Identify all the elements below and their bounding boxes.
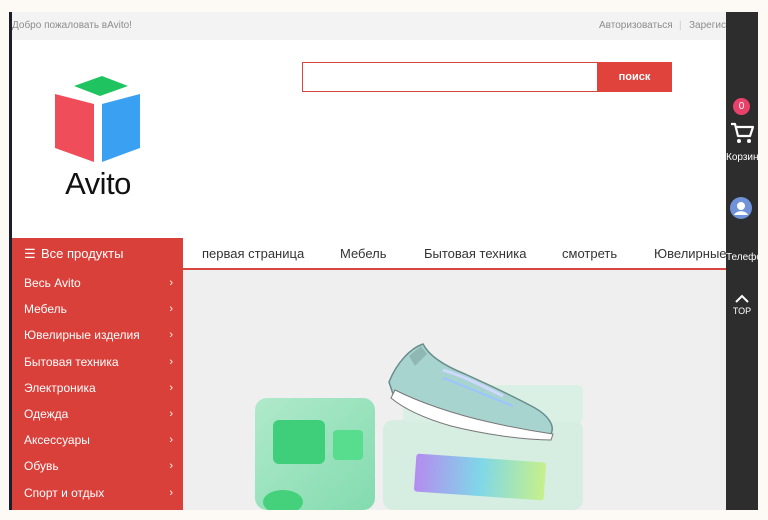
category-label: Мебель — [24, 302, 67, 317]
tab-jewelry[interactable]: Ювелирные — [654, 246, 727, 261]
cart-label[interactable]: Корзина — [726, 152, 758, 163]
promo-banner[interactable] — [183, 270, 726, 510]
login-link[interactable]: Авторизоваться — [599, 20, 673, 31]
support-avatar-icon[interactable] — [730, 197, 752, 219]
category-label: Обувь — [24, 459, 59, 474]
category-label: Спорт и отдых — [24, 485, 105, 500]
category-item[interactable]: Спорт и отдых › — [12, 480, 183, 506]
tab-watch[interactable]: смотреть — [562, 246, 617, 261]
category-label: Одежда — [24, 406, 69, 421]
all-products-button[interactable]: ☰ Все продукты — [12, 238, 183, 270]
logo-cube-icon — [55, 76, 140, 162]
category-item[interactable]: Аксессуары › — [12, 427, 183, 453]
category-sidebar: Весь Avito › Мебель › Ювелирные изделия › Б… — [12, 270, 183, 510]
welcome-text: Добро пожаловать вAvito! — [12, 20, 132, 31]
chevron-right-icon: › — [169, 329, 173, 342]
topbar-separator: | — [679, 20, 682, 31]
menu-icon: ☰ — [24, 246, 36, 261]
category-item[interactable]: Одежда › — [12, 401, 183, 427]
logo-text: Avito — [65, 166, 131, 201]
category-item[interactable]: Весь Avito › — [12, 270, 183, 296]
user-icon — [734, 202, 748, 215]
chevron-right-icon: › — [169, 303, 173, 316]
category-item[interactable]: Мебель › — [12, 296, 183, 322]
category-label: Аксессуары — [24, 433, 90, 448]
category-item[interactable]: Электроника › — [12, 375, 183, 401]
phone-label[interactable]: Телефон — [726, 252, 758, 263]
category-item[interactable]: Обувь › — [12, 453, 183, 479]
chevron-right-icon: › — [169, 486, 173, 499]
chevron-right-icon: › — [169, 277, 173, 289]
cart-icon[interactable] — [730, 122, 754, 144]
top-bar: Добро пожаловать вAvito! Авторизоваться … — [12, 12, 726, 40]
chevron-right-icon: › — [169, 407, 173, 420]
tab-appliances[interactable]: Бытовая техника — [424, 246, 526, 261]
chevron-right-icon: › — [169, 355, 173, 368]
category-label: Бытовая техника — [24, 354, 119, 369]
arrow-up-icon — [735, 294, 749, 303]
top-label: TOP — [732, 306, 752, 316]
right-toolbar: 0 Корзина Телефон TOP — [726, 12, 758, 510]
chevron-right-icon: › — [169, 381, 173, 394]
all-products-label: Все продукты — [41, 246, 124, 261]
cart-count-badge: 0 — [733, 98, 750, 115]
search-input[interactable] — [302, 62, 597, 92]
back-to-top-button[interactable]: TOP — [731, 294, 753, 318]
chevron-right-icon: › — [169, 460, 173, 473]
main-nav: ☰ Все продукты первая страница Мебель Быт… — [12, 238, 727, 270]
page: Добро пожаловать вAvito! Авторизоваться … — [0, 0, 768, 520]
search-button[interactable]: поиск — [597, 62, 672, 92]
register-link[interactable]: Зарегистрироваться — [689, 20, 726, 31]
category-item[interactable]: Ювелирные изделия › — [12, 322, 183, 348]
tab-home[interactable]: первая страница — [202, 246, 304, 261]
category-item[interactable]: Бытовая техника › — [12, 349, 183, 375]
header: Avito поиск — [12, 40, 726, 238]
category-label: Электроника — [24, 380, 96, 395]
avito-logo[interactable]: Avito — [50, 76, 146, 204]
category-label: Ювелирные изделия — [24, 328, 140, 343]
chevron-right-icon: › — [169, 434, 173, 447]
sneaker-banner-image — [183, 270, 726, 510]
category-label: Весь Avito — [24, 276, 81, 290]
tab-furniture[interactable]: Мебель — [340, 246, 387, 261]
